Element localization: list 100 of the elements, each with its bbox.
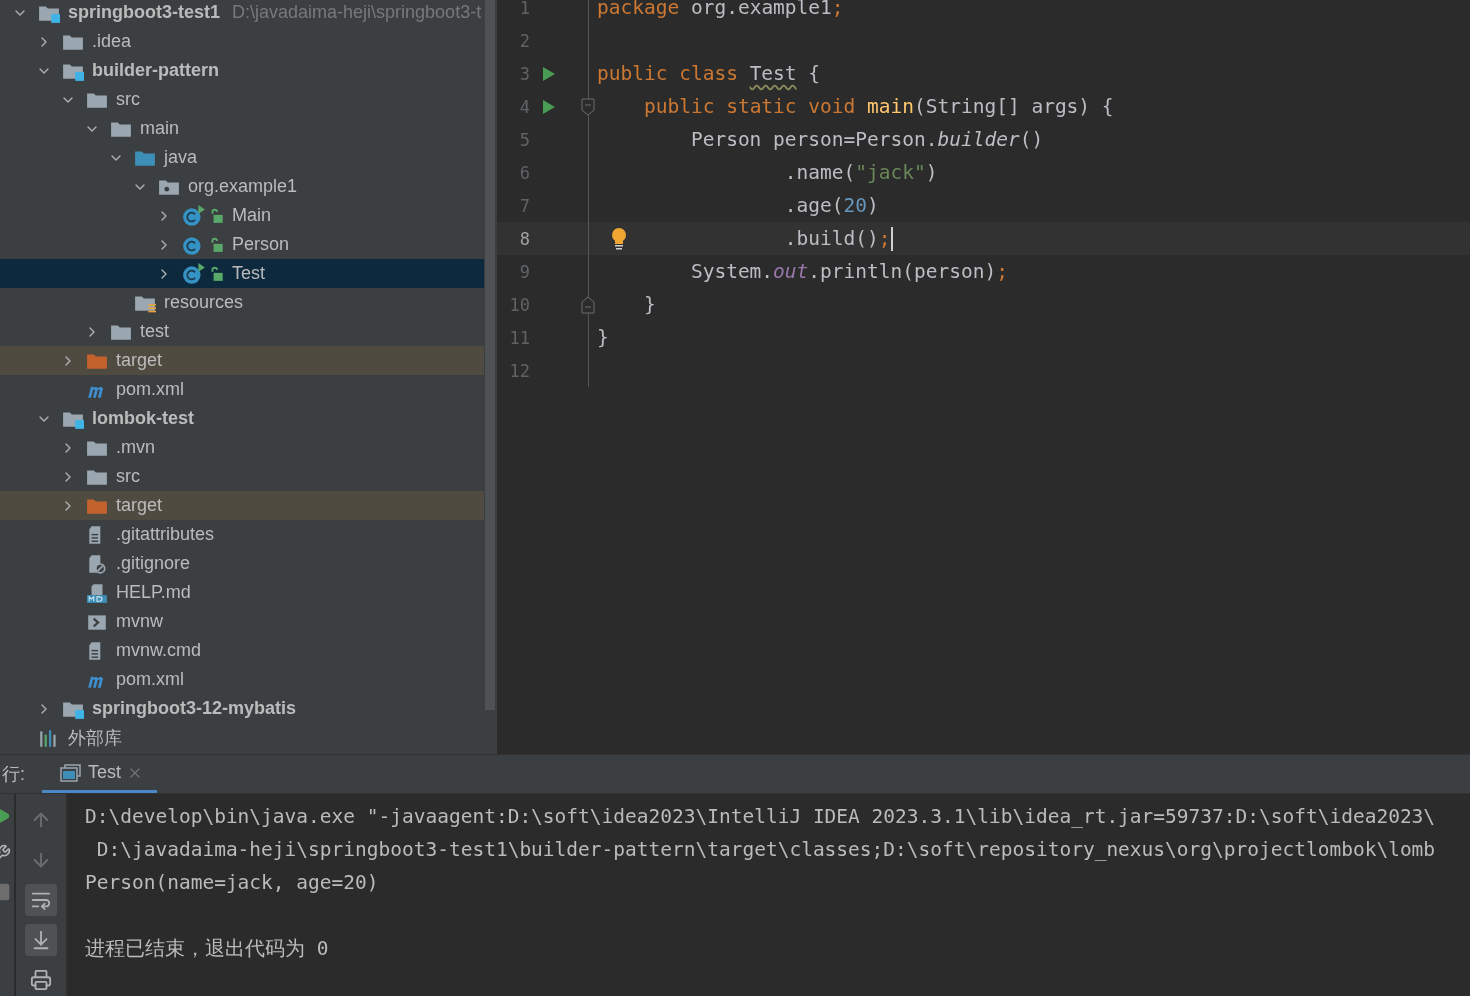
code-token: ;	[878, 227, 891, 250]
tree-row[interactable]: HELP.md	[0, 578, 484, 607]
tree-item-label: .mvn	[116, 437, 155, 458]
class-icon	[182, 204, 206, 227]
line-number: 4	[518, 96, 530, 117]
tree-row[interactable]: .gitignore	[0, 549, 484, 578]
tree-item-label: Main	[232, 205, 271, 226]
code-token: (String[] args) {	[914, 95, 1114, 118]
tree-row[interactable]: springboot3-12-mybatis	[0, 694, 484, 723]
line-number: 6	[518, 162, 530, 183]
ignored-file-icon	[86, 553, 108, 574]
console-icon	[60, 762, 82, 783]
vertical-scrollbar[interactable]	[485, 0, 495, 710]
tree-row[interactable]: resources	[0, 288, 484, 317]
code-token: out	[773, 260, 809, 283]
tree-row[interactable]: mvnw	[0, 607, 484, 636]
tree-row[interactable]: 外部库	[0, 723, 484, 752]
tree-item-label: Person	[232, 234, 290, 255]
tree-row[interactable]: target	[0, 491, 484, 520]
tree-row[interactable]: Main	[0, 201, 484, 230]
tree-item-label: mvnw	[116, 611, 163, 632]
tree-row[interactable]: .mvn	[0, 433, 484, 462]
tree-row[interactable]: test	[0, 317, 484, 346]
tree-row[interactable]: lombok-test	[0, 404, 484, 433]
tree-item-label: resources	[164, 292, 244, 313]
tree-row[interactable]: Person	[0, 230, 484, 259]
class-icon	[182, 262, 206, 285]
tree-item-label: .gitignore	[116, 553, 191, 574]
line-number: 3	[518, 63, 530, 84]
tree-row[interactable]: target	[0, 346, 484, 375]
line-number: 11	[508, 327, 530, 348]
lock-icon	[210, 207, 224, 224]
run-tab[interactable]: Test	[42, 755, 157, 793]
run-icon[interactable]	[542, 98, 556, 115]
code-token: System.	[690, 260, 774, 283]
tree-row[interactable]: springboot3-test1 D:\javadaima-heji\springboot3-t	[0, 0, 484, 27]
tree-row[interactable]: pom.xml	[0, 375, 484, 404]
code-token: Test	[749, 62, 797, 85]
tree-item-label: .idea	[92, 31, 132, 52]
tree-item-label: .gitattributes	[116, 524, 215, 545]
code-token: Person person=Person.	[690, 128, 938, 151]
scroll-to-end-button[interactable]	[25, 924, 57, 956]
tree-row[interactable]: .gitattributes	[0, 520, 484, 549]
code-token: builder	[937, 128, 1020, 151]
tree-row[interactable]: pom.xml	[0, 665, 484, 694]
code-token: public static void	[643, 95, 857, 118]
tree-item-label: pom.xml	[116, 379, 184, 400]
tree-row[interactable]: Test	[0, 259, 484, 288]
tree-item-label: src	[116, 466, 140, 487]
tree-item-label: pom.xml	[116, 669, 184, 690]
text-caret	[890, 226, 893, 251]
line-number: 9	[518, 261, 530, 282]
line-number: 12	[508, 360, 530, 381]
print-icon	[30, 969, 52, 991]
tree-row[interactable]: org.example1	[0, 172, 484, 201]
tree-row[interactable]: main	[0, 114, 484, 143]
tab-title: Test	[88, 762, 121, 783]
tree-item-label: HELP.md	[116, 582, 191, 603]
code-token: .println(person)	[808, 260, 997, 283]
code-token: package	[597, 0, 680, 19]
code-token: }	[597, 326, 609, 349]
tree-item-label: test	[140, 321, 169, 342]
tree-row[interactable]: src	[0, 85, 484, 114]
project-path: D:\javadaima-heji\springboot3-t	[232, 2, 482, 23]
tree-row[interactable]: mvnw.cmd	[0, 636, 484, 665]
code-token: )	[925, 161, 938, 184]
code-token: .build()	[784, 227, 879, 250]
tree-row[interactable]: .idea	[0, 27, 484, 56]
lightbulb-icon[interactable]	[610, 226, 628, 251]
code-token: )	[867, 194, 879, 217]
tree-row[interactable]: java	[0, 143, 484, 172]
tree-item-label: Test	[232, 263, 265, 284]
run-icon[interactable]	[542, 65, 556, 82]
line-number: 10	[508, 294, 530, 315]
code-token: main	[867, 95, 914, 118]
code-token: .name(	[784, 161, 856, 184]
tree-item-label: springboot3-12-mybatis	[92, 698, 297, 719]
console-output: Person(name=jack, age=20)	[85, 870, 380, 896]
tree-item-label: org.example1	[188, 176, 298, 197]
tree-item-label: java	[164, 147, 198, 168]
tree-item-label: builder-pattern	[92, 60, 219, 81]
tree-item-label: main	[140, 118, 179, 139]
line-number: 2	[518, 30, 530, 51]
line-number: 5	[518, 129, 530, 150]
tree-item-label: lombok-test	[92, 408, 194, 429]
lock-icon	[210, 265, 224, 282]
code-token: "jack"	[855, 161, 926, 184]
exit-message: 进程已结束，退出代码为 0	[85, 936, 330, 962]
code-token: }	[643, 293, 656, 316]
tree-item-label: 外部库	[68, 726, 122, 750]
run-panel-label: 行:	[2, 763, 26, 786]
code-token: .age(	[784, 194, 844, 217]
line-number: 7	[518, 195, 530, 216]
line-number: 8	[518, 228, 530, 249]
tree-row[interactable]: src	[0, 462, 484, 491]
tree-row[interactable]: builder-pattern	[0, 56, 484, 85]
command-line: D:\develop\bin\java.exe "-javaagent:D:\soft\idea2023\IntelliJ IDEA 2023.3.1\lib\idea_rt.jar=59737:D:\soft\idea2023\	[85, 804, 1436, 830]
soft-wrap-button[interactable]	[25, 884, 57, 916]
code-token: public class	[597, 62, 739, 85]
line-number: 1	[518, 0, 530, 18]
